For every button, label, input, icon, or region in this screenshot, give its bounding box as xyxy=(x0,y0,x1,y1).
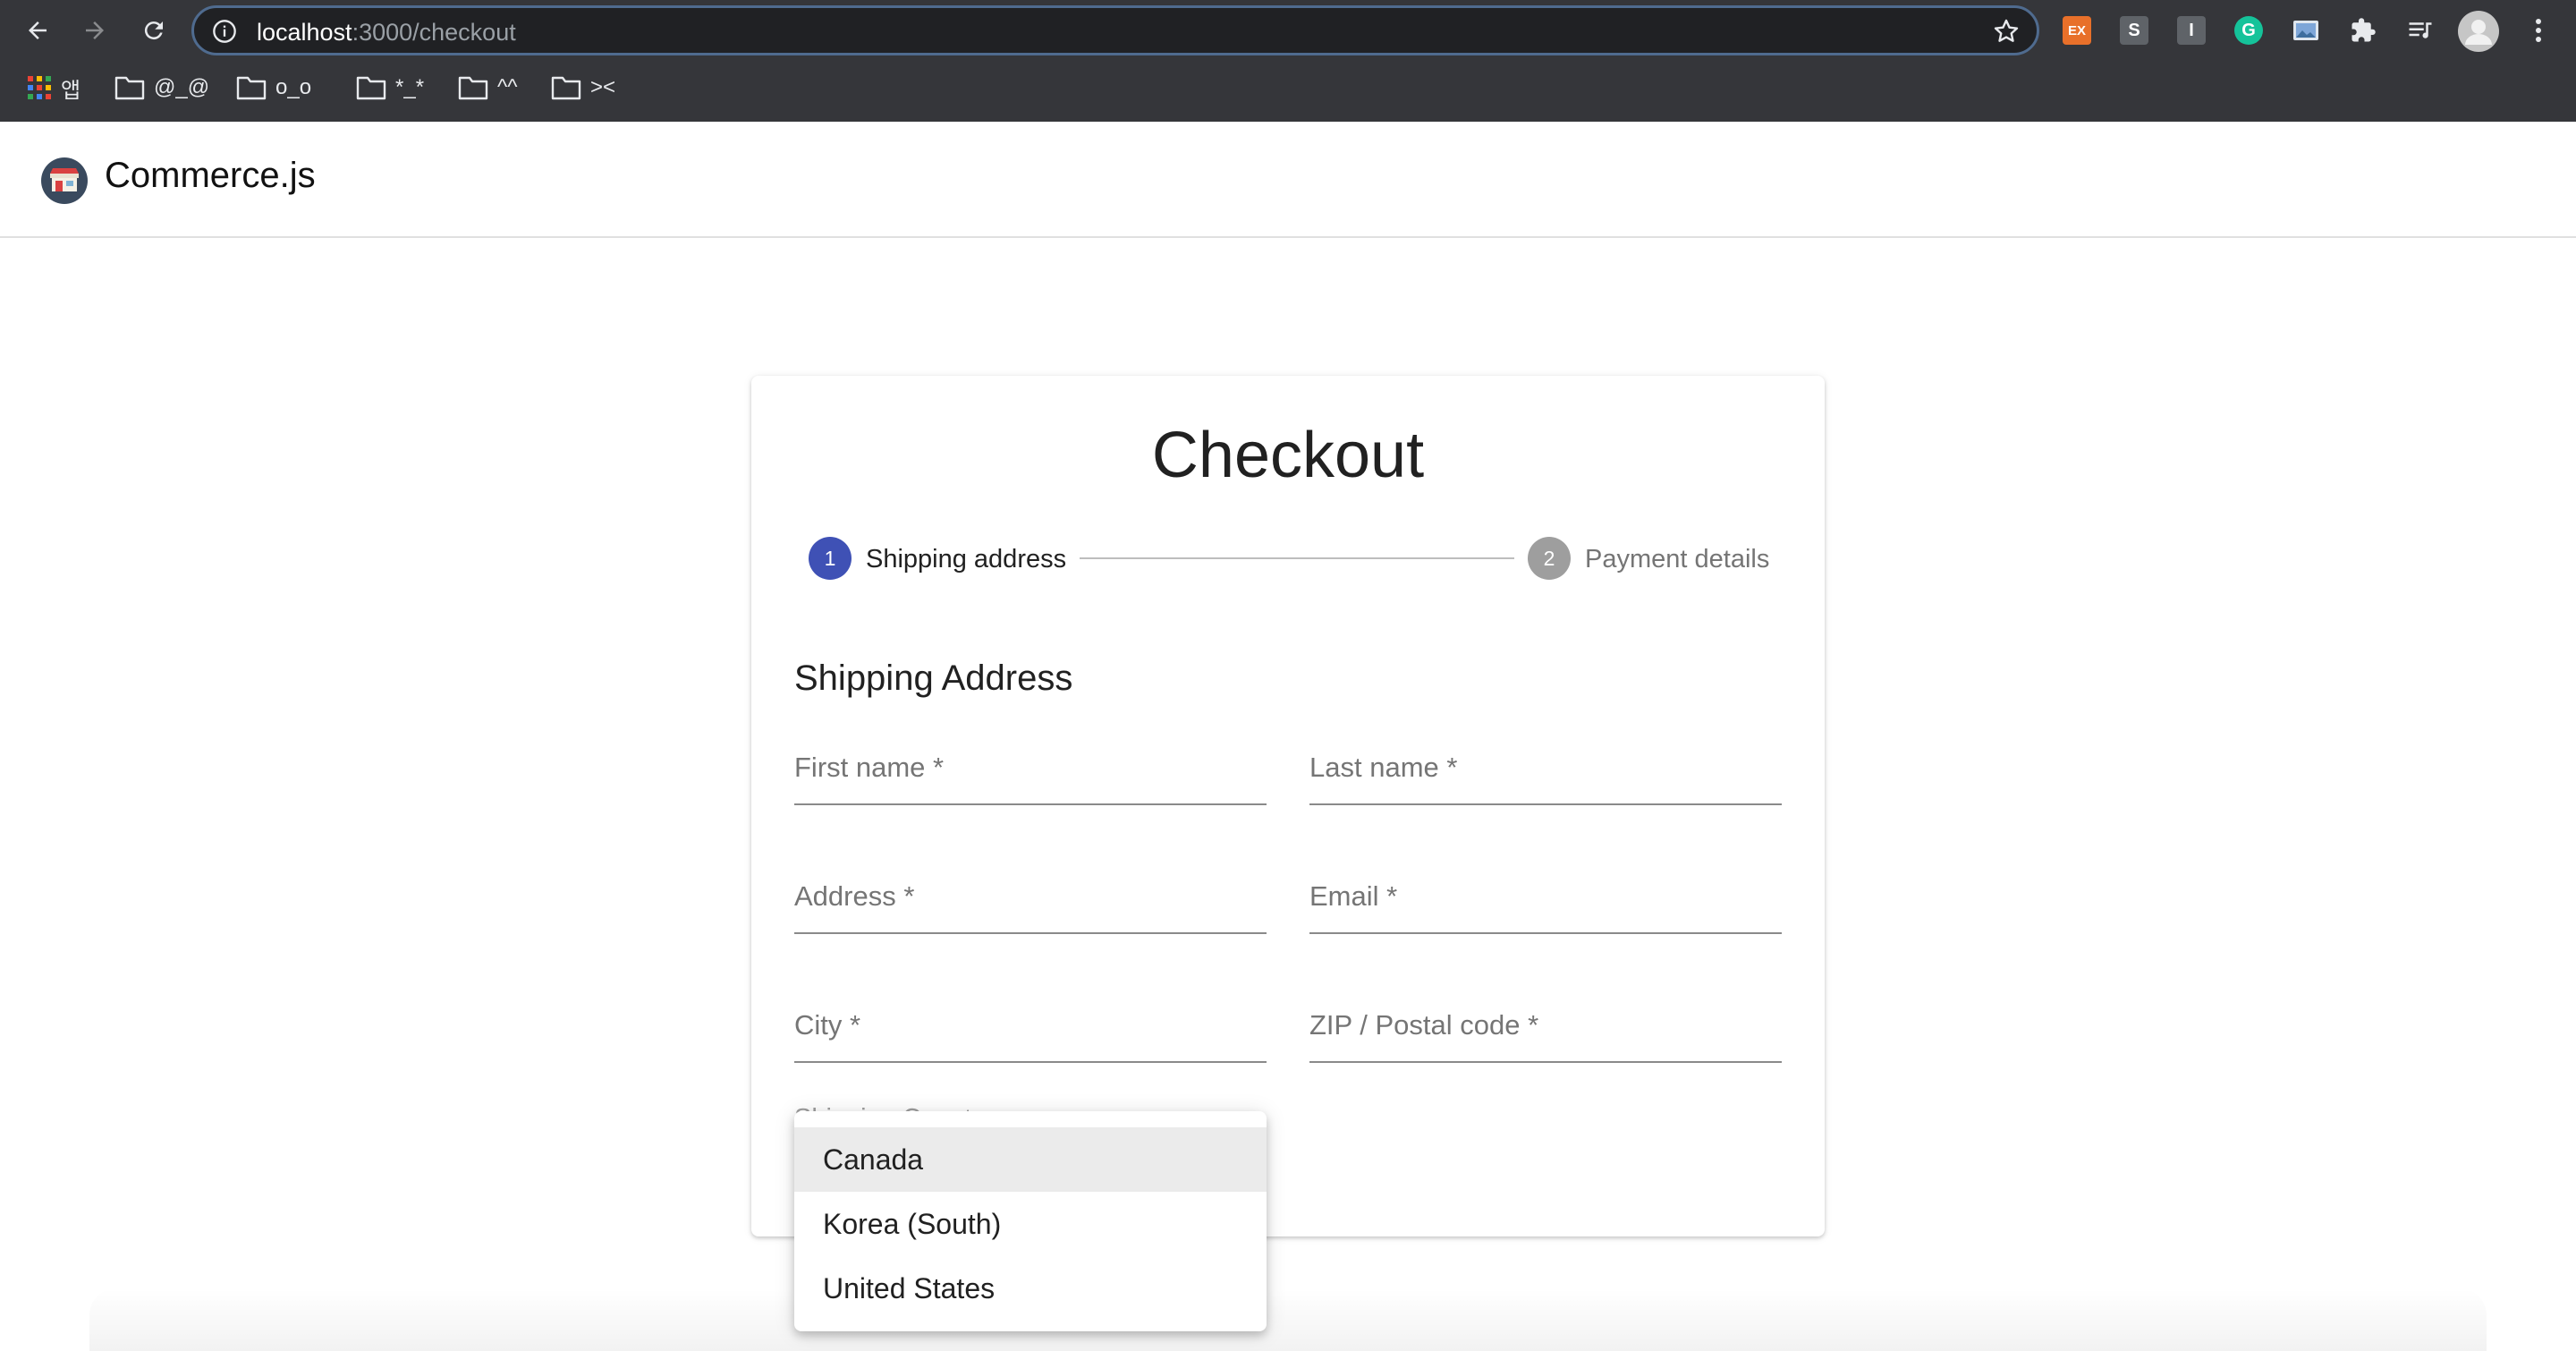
country-option-korea[interactable]: Korea (South) xyxy=(794,1192,1267,1256)
page-title: Checkout xyxy=(1151,420,1425,491)
bookmark-label: ^^ xyxy=(497,75,518,99)
folder-icon xyxy=(458,76,488,100)
extension-ex-label: EX xyxy=(2067,22,2086,38)
city-field[interactable]: City * xyxy=(794,1009,1267,1063)
required-asterisk: * xyxy=(933,752,945,783)
step-number: 1 xyxy=(824,546,836,570)
country-option-united-states[interactable]: United States xyxy=(794,1256,1267,1321)
grammarly-icon[interactable]: G xyxy=(2234,16,2263,45)
store-logo-icon[interactable] xyxy=(41,157,88,204)
address-bar[interactable]: localhost:3000/checkout xyxy=(191,5,2039,55)
folder-icon xyxy=(114,76,145,100)
field-label-text: Address xyxy=(794,880,896,912)
folder-icon xyxy=(236,76,267,100)
step-1-label: Shipping address xyxy=(866,545,1067,574)
required-asterisk: * xyxy=(1528,1009,1539,1041)
field-label-text: ZIP / Postal code xyxy=(1309,1009,1521,1041)
image-extension-icon[interactable] xyxy=(2292,16,2320,45)
browser-chrome: localhost:3000/checkout EX S I G 앱 @_@ o… xyxy=(0,0,2576,122)
email-field[interactable]: Email * xyxy=(1309,880,1782,934)
country-option-canada[interactable]: Canada xyxy=(794,1127,1267,1192)
field-label-text: Last name xyxy=(1309,752,1439,783)
bookmark-folder[interactable]: ^^ xyxy=(458,72,518,104)
extension-i-icon[interactable]: I xyxy=(2177,16,2206,45)
field-label-text: City xyxy=(794,1009,843,1041)
country-dropdown-menu: Canada Korea (South) United States xyxy=(794,1111,1267,1331)
browser-menu-icon[interactable] xyxy=(2524,16,2553,45)
extensions-puzzle-icon[interactable] xyxy=(2349,16,2377,45)
folder-icon xyxy=(551,76,581,100)
footer-shadow xyxy=(89,1288,2487,1351)
bookmark-label: o_o xyxy=(275,75,312,99)
required-asterisk: * xyxy=(903,880,915,912)
last-name-field[interactable]: Last name * xyxy=(1309,752,1782,805)
required-asterisk: * xyxy=(1446,752,1458,783)
bookmark-folder[interactable]: >< xyxy=(551,72,615,104)
extension-s-icon[interactable]: S xyxy=(2120,16,2148,45)
bookmark-label: 앱 xyxy=(61,78,81,103)
extension-s-label: S xyxy=(2128,20,2140,40)
info-icon xyxy=(213,20,236,43)
extension-ex-icon[interactable]: EX xyxy=(2063,16,2091,45)
url-path: :3000/checkout xyxy=(352,19,516,46)
brand-title[interactable]: Commerce.js xyxy=(105,156,316,196)
bookmark-label: @_@ xyxy=(154,75,210,99)
app-header: Commerce.js xyxy=(0,122,2576,238)
step-2-label: Payment details xyxy=(1585,545,1770,574)
back-button[interactable] xyxy=(18,11,57,50)
section-title: Shipping Address xyxy=(794,659,1073,698)
field-label: Last name * xyxy=(1309,752,1457,784)
required-asterisk: * xyxy=(850,1009,861,1041)
address-field[interactable]: Address * xyxy=(794,880,1267,934)
media-queue-icon[interactable] xyxy=(2406,16,2435,45)
profile-avatar-icon[interactable] xyxy=(2458,11,2499,52)
stepper-connector xyxy=(1080,557,1514,559)
required-asterisk: * xyxy=(1386,880,1398,912)
zip-code-field[interactable]: ZIP / Postal code * xyxy=(1309,1009,1782,1063)
bookmark-folder[interactable]: o_o xyxy=(236,72,311,104)
first-name-field[interactable]: First name * xyxy=(794,752,1267,805)
extension-g-label: G xyxy=(2241,20,2256,40)
field-label: ZIP / Postal code * xyxy=(1309,1009,1538,1041)
forward-button[interactable] xyxy=(75,11,114,50)
folder-icon xyxy=(356,76,386,100)
field-label-text: First name xyxy=(794,752,926,783)
field-label: Email * xyxy=(1309,880,1397,913)
bookmark-folder[interactable]: @_@ xyxy=(114,72,209,104)
url-text: localhost:3000/checkout xyxy=(257,19,516,47)
forward-arrow-icon xyxy=(86,21,104,39)
apps-grid-icon xyxy=(28,76,51,99)
field-label-text: Email xyxy=(1309,880,1379,912)
extension-i-label: I xyxy=(2189,20,2194,40)
step-2-icon: 2 xyxy=(1528,537,1571,580)
reload-button[interactable] xyxy=(134,11,174,50)
bookmark-label: *_* xyxy=(395,75,425,99)
url-host: localhost xyxy=(257,19,352,46)
bookmark-apps[interactable]: 앱 xyxy=(27,72,80,104)
bookmark-label: >< xyxy=(590,75,616,99)
bookmarks-bar: 앱 @_@ o_o *_* ^^ >< xyxy=(0,64,2576,109)
step-1-icon: 1 xyxy=(809,537,852,580)
back-arrow-icon xyxy=(29,21,47,39)
bookmark-star-icon[interactable] xyxy=(1992,17,2021,46)
field-label: First name * xyxy=(794,752,944,784)
bookmark-folder[interactable]: *_* xyxy=(356,72,424,104)
step-number: 2 xyxy=(1543,546,1555,570)
reload-icon xyxy=(144,21,163,40)
field-label: City * xyxy=(794,1009,860,1041)
field-label: Address * xyxy=(794,880,914,913)
